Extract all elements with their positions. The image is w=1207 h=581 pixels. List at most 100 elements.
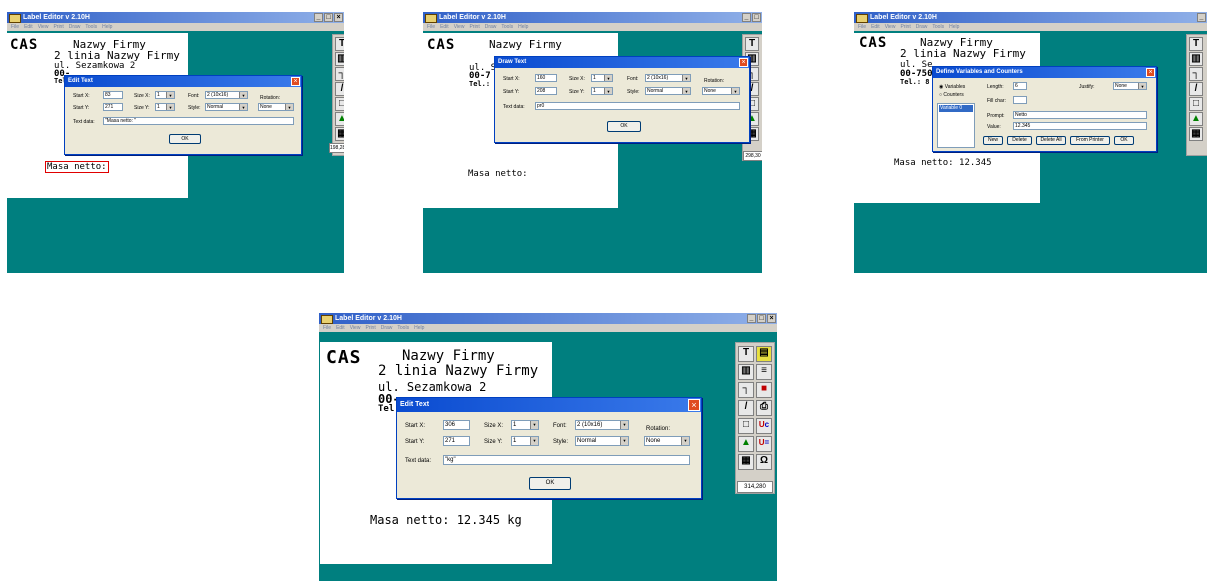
menu-file[interactable]: File [11,23,19,31]
barcode-icon[interactable]: ▥ [738,364,754,380]
hammer-icon[interactable]: ┐ [738,382,754,398]
grid-icon[interactable]: ▦ [738,454,754,470]
logo-icon[interactable]: ■ [756,382,772,398]
text-tool-icon[interactable]: T [738,346,754,362]
rect-icon[interactable]: □ [738,418,754,434]
line-icon[interactable]: / [738,400,754,416]
menu-file[interactable]: File [323,324,331,332]
image-icon[interactable]: ▲ [335,112,344,126]
size-y-select[interactable]: 1 ▼ [155,103,175,111]
text-tool-icon[interactable]: T [745,37,759,51]
start-y-input[interactable]: 208 [535,87,557,95]
rotation-select[interactable]: None ▼ [702,87,740,95]
close-icon[interactable]: × [291,77,300,86]
mass-text[interactable]: Masa netto: 12.345 kg [370,513,522,527]
minimize-button[interactable]: _ [742,13,751,22]
text-box-icon[interactable]: ▤ [756,346,772,362]
ok-button[interactable]: OK [169,134,201,144]
style-select[interactable]: Normal ▼ [645,87,691,95]
text-tool-icon[interactable]: T [1189,37,1203,51]
delete-all-button[interactable]: Delete All [1036,136,1066,145]
menu-view[interactable]: View [38,23,49,31]
menu-print[interactable]: Print [365,324,375,332]
menu-draw[interactable]: Draw [916,23,928,31]
uc-icon[interactable]: Uc [756,418,772,434]
line-icon[interactable]: / [1189,82,1203,96]
start-x-input[interactable]: 306 [443,420,470,430]
magnet-icon[interactable]: Ω [756,454,772,470]
menu-print[interactable]: Print [900,23,910,31]
start-y-input[interactable]: 271 [103,103,123,111]
print-icon[interactable]: ⎙ [756,400,772,416]
u-equals-icon[interactable]: U= [756,436,772,452]
mass-text[interactable]: Masa netto: 12.345 [894,158,992,168]
ok-button[interactable]: OK [1114,136,1134,145]
menu-view[interactable]: View [885,23,896,31]
justify-select[interactable]: None ▼ [1113,82,1147,90]
variables-radio[interactable]: ◉ Variables [939,84,965,90]
barcode-icon[interactable]: ▥ [335,52,344,66]
font-select[interactable]: 2 (10x16) ▼ [645,74,691,82]
new-button[interactable]: New [983,136,1003,145]
delete-button[interactable]: Delete [1007,136,1032,145]
size-y-select[interactable]: 1 ▼ [591,87,613,95]
start-x-input[interactable]: 160 [535,74,557,82]
font-select[interactable]: 2 (10x16) ▼ [205,91,248,99]
menu-file[interactable]: File [858,23,866,31]
from-printer-button[interactable]: From Printer [1070,136,1110,145]
counters-radio[interactable]: ○ Counters [939,92,964,98]
text-tool-icon[interactable]: T [335,37,344,51]
menu-draw[interactable]: Draw [485,23,497,31]
size-x-select[interactable]: 1 ▼ [591,74,613,82]
rect-icon[interactable]: □ [335,97,344,111]
length-input[interactable]: 6 [1013,82,1027,90]
image-icon[interactable]: ▲ [738,436,754,452]
list-item[interactable]: Variable 0 [939,105,973,112]
barcode-icon[interactable]: ▥ [1189,52,1203,66]
line-icon[interactable]: / [335,82,344,96]
text-data-input[interactable]: "Masa netto: " [103,117,294,125]
hammer-icon[interactable]: ┐ [335,67,344,81]
rotation-select[interactable]: None ▼ [258,103,294,111]
grid-icon[interactable]: ▦ [335,127,344,141]
grid-icon[interactable]: ▦ [1189,127,1203,141]
menu-help[interactable]: Help [949,23,959,31]
minimize-button[interactable]: _ [1197,13,1206,22]
menu-view[interactable]: View [350,324,361,332]
close-button[interactable]: × [767,314,776,323]
menu-tools[interactable]: Tools [501,23,513,31]
menu-tools[interactable]: Tools [85,23,97,31]
menu-tools[interactable]: Tools [932,23,944,31]
menu-tools[interactable]: Tools [397,324,409,332]
menu-file[interactable]: File [427,23,435,31]
value-input[interactable]: 12.345 [1013,122,1147,130]
rect-icon[interactable]: □ [1189,97,1203,111]
close-icon[interactable]: × [739,58,748,67]
hammer-icon[interactable]: ┐ [1189,67,1203,81]
menu-print[interactable]: Print [469,23,479,31]
menu-edit[interactable]: Edit [440,23,449,31]
size-x-select[interactable]: 1 ▼ [155,91,175,99]
menu-edit[interactable]: Edit [24,23,33,31]
mass-text[interactable]: Masa netto: [468,169,528,179]
image-icon[interactable]: ▲ [1189,112,1203,126]
menu-edit[interactable]: Edit [336,324,345,332]
close-button[interactable]: × [334,13,343,22]
minimize-button[interactable]: _ [314,13,323,22]
restore-button[interactable]: □ [324,13,333,22]
style-select[interactable]: Normal ▼ [575,436,629,446]
text-data-input[interactable]: pr0 [535,102,740,110]
menu-help[interactable]: Help [102,23,112,31]
ok-button[interactable]: OK [529,477,571,490]
text-data-input[interactable]: "kg" [443,455,690,465]
menu-view[interactable]: View [454,23,465,31]
menu-draw[interactable]: Draw [69,23,81,31]
fill-char-input[interactable] [1013,96,1027,104]
menu-print[interactable]: Print [53,23,63,31]
restore-button[interactable]: □ [757,314,766,323]
start-y-input[interactable]: 271 [443,436,470,446]
prompt-input[interactable]: Netto [1013,111,1147,119]
font-select[interactable]: 2 (10x16) ▼ [575,420,629,430]
size-x-select[interactable]: 1 ▼ [511,420,539,430]
restore-button[interactable]: □ [752,13,761,22]
